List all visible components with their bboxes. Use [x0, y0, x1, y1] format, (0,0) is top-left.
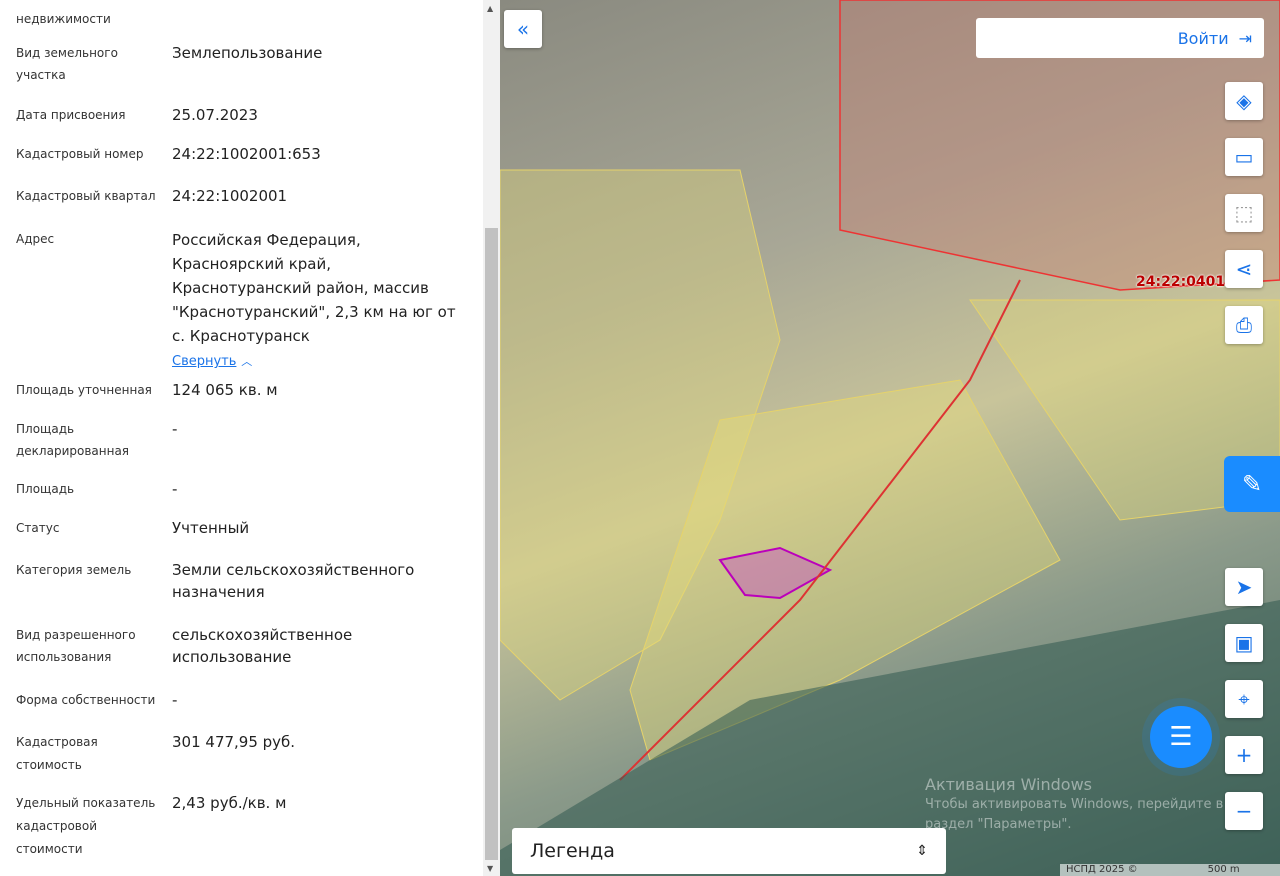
locate-button[interactable]: ➤ [1225, 568, 1263, 606]
value: 24:22:1002001:653 [172, 145, 321, 163]
watermark-text: Чтобы активировать Windows, перейдите в … [925, 797, 1224, 832]
label: Площадь уточненная [16, 383, 152, 397]
label: Удельный показатель кадастровой стоимост… [16, 796, 156, 856]
value: 2,43 руб./кв. м [172, 794, 287, 812]
label: Площадь декларированная [16, 422, 130, 458]
zoom-out-button[interactable]: − [1225, 792, 1263, 830]
login-icon: ⇥ [1238, 28, 1252, 48]
value: - [172, 480, 178, 498]
label: Статус [16, 521, 60, 535]
scrollbar-thumb[interactable] [485, 228, 498, 860]
chat-button[interactable]: ☰ [1150, 706, 1212, 768]
value: - [172, 420, 178, 438]
value: Землепользование [172, 44, 323, 62]
label: недвижимости [16, 12, 111, 26]
value: 25.07.2023 [172, 106, 258, 124]
attribution-text: НСПД 2025 © [1066, 864, 1138, 875]
cadastral-quarter-label: 24:22:04010 [1136, 274, 1235, 290]
share-button[interactable]: ⋖ [1225, 250, 1263, 288]
watermark-title: Активация Windows [925, 775, 1092, 794]
scroll-down-icon[interactable]: ▼ [487, 864, 493, 873]
scale-bar: 500 m [1207, 864, 1240, 875]
scrollbar[interactable]: ▲ ▼ [483, 0, 500, 876]
value: Земли сельскохозяйственного назначения [172, 561, 415, 601]
legend-label: Легенда [530, 840, 615, 862]
label: Кадастровая стоимость [16, 735, 98, 772]
login-button[interactable]: Войти ⇥ [976, 18, 1264, 58]
value: сельскохозяйственное использование [172, 626, 353, 666]
ruler-icon: ▭ [1234, 145, 1254, 169]
side-panel-button[interactable]: ✎ [1224, 456, 1280, 512]
chevron-updown-icon: ⇕ [916, 843, 928, 859]
double-chevron-left-icon: « [516, 17, 530, 41]
value: 24:22:1002001 [172, 187, 288, 205]
value: Учтенный [172, 519, 250, 537]
label: Кадастровый номер [16, 147, 144, 161]
property-info-panel: недвижимости Вид земельного участка Земле… [0, 0, 500, 876]
plus-icon: + [1235, 743, 1253, 767]
layers-icon: ◈ [1236, 89, 1252, 113]
value: - [172, 691, 178, 709]
label: Категория земель [16, 563, 132, 577]
navigation-arrow-icon: ➤ [1235, 575, 1253, 599]
map-attribution: НСПД 2025 © 500 m [1060, 864, 1280, 876]
chat-icon: ☰ [1169, 722, 1193, 752]
label: Дата присвоения [16, 108, 126, 122]
collapse-panel-button[interactable]: « [504, 10, 542, 48]
chevron-up-icon[interactable]: ︿ [241, 355, 252, 368]
print-button[interactable]: ⎙ [1225, 306, 1263, 344]
collapse-link[interactable]: Свернуть [172, 350, 236, 374]
label: Кадастровый квартал [16, 189, 156, 203]
geo-search-button[interactable]: ⌖ [1225, 680, 1263, 718]
login-label: Войти [1177, 28, 1229, 48]
label: Форма собственности [16, 693, 156, 707]
scroll-up-icon[interactable]: ▲ [487, 4, 493, 13]
value: 124 065 кв. м [172, 381, 278, 399]
share-icon: ⋖ [1235, 257, 1253, 281]
layers-button[interactable]: ◈ [1225, 82, 1263, 120]
label: Площадь [16, 482, 75, 496]
ruler-button[interactable]: ▭ [1225, 138, 1263, 176]
print-icon: ⎙ [1236, 313, 1252, 337]
legend-dropdown[interactable]: Легенда ⇕ [512, 828, 946, 874]
label: Вид земельного участка [16, 46, 118, 82]
zoom-in-button[interactable]: + [1225, 736, 1263, 774]
minimap-button[interactable]: ▣ [1225, 624, 1263, 662]
label: Вид разрешенного использования [16, 628, 136, 664]
address-value: Российская Федерация, Красноярский край,… [172, 231, 456, 345]
value: 301 477,95 руб. [172, 733, 296, 751]
windows-activation-watermark: Активация Windows Чтобы активировать Wind… [925, 775, 1225, 835]
select-area-icon: ⬚ [1234, 201, 1254, 225]
pencil-icon: ✎ [1241, 470, 1263, 498]
label: Адрес [16, 232, 55, 246]
location-pin-icon: ⌖ [1238, 687, 1250, 711]
area-select-button[interactable]: ⬚ [1225, 194, 1263, 232]
picture-in-picture-icon: ▣ [1234, 631, 1254, 655]
minus-icon: − [1235, 799, 1253, 823]
map[interactable]: 24:22:04010 « Войти ⇥ ◈ ▭ ⬚ ⋖ ⎙ ✎ ➤ ▣ ⌖ +… [500, 0, 1280, 876]
